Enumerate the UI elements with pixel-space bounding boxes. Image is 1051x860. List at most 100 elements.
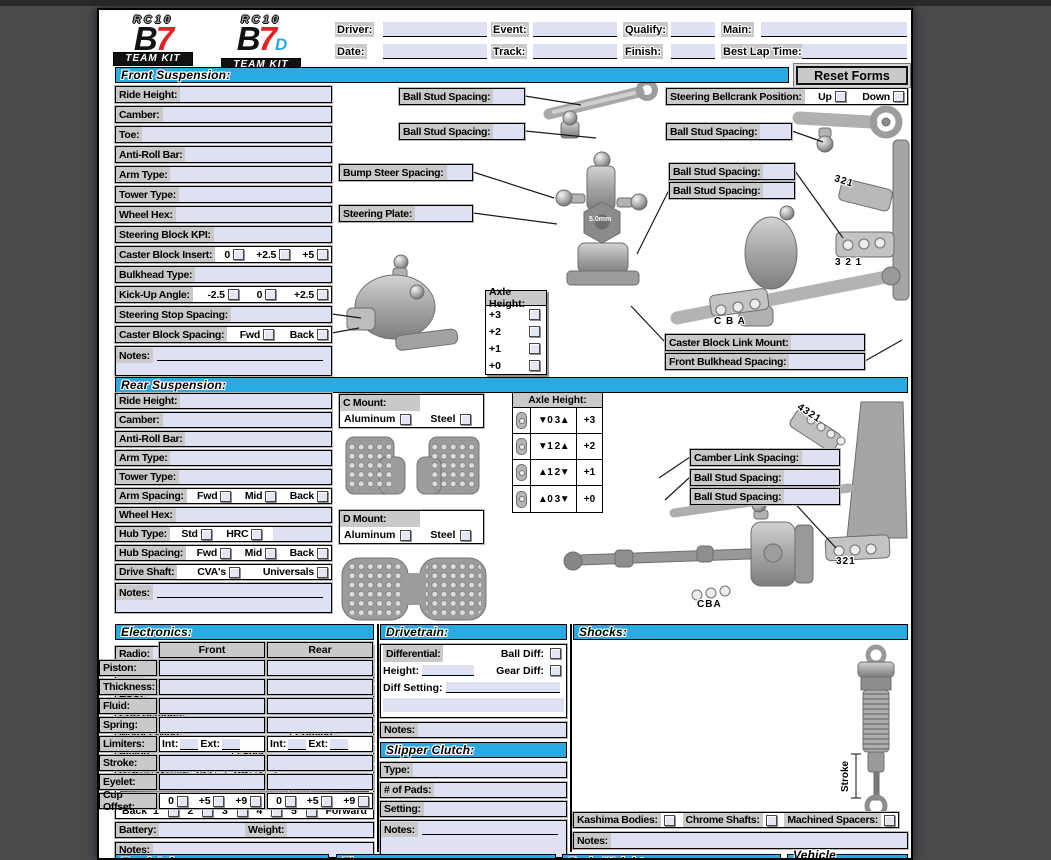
front-kpi-input[interactable] — [214, 227, 331, 242]
cup-front-0-checkbox[interactable] — [177, 796, 188, 807]
cup-rear-0-checkbox[interactable] — [285, 796, 296, 807]
arm-spacing-fwd-checkbox[interactable] — [220, 491, 231, 502]
limiters-front-int-input[interactable] — [180, 739, 198, 750]
rear-anti-roll-input[interactable] — [185, 432, 331, 446]
rear-axle-r4-value[interactable]: +0 — [577, 486, 602, 512]
piston-rear-input[interactable] — [267, 660, 373, 676]
qualify-input[interactable] — [671, 22, 715, 37]
driver-input[interactable] — [383, 22, 487, 37]
spring-rear-input[interactable] — [267, 717, 373, 733]
rear-axle-r1-value[interactable]: +3 — [577, 408, 602, 433]
rear-axle-r3-value[interactable]: +1 — [577, 460, 602, 485]
caster-spacing-back-checkbox[interactable] — [317, 329, 328, 340]
front-notes-input[interactable] — [157, 349, 323, 361]
thickness-rear-input[interactable] — [267, 679, 373, 695]
front-wheel-hex-input[interactable] — [176, 207, 331, 222]
arm-spacing-back-checkbox[interactable] — [317, 491, 328, 502]
best-lap-input[interactable] — [802, 44, 907, 59]
slipper-setting-input[interactable] — [424, 802, 566, 816]
limiters-rear-ext-input[interactable] — [330, 739, 348, 750]
spring-front-input[interactable] — [159, 717, 265, 733]
ball-diff-checkbox[interactable] — [550, 648, 561, 659]
front-toe-input[interactable] — [142, 127, 331, 142]
fluid-front-input[interactable] — [159, 698, 265, 714]
caster-link-mount-input[interactable] — [791, 335, 864, 350]
event-input[interactable] — [533, 22, 617, 37]
gear-diff-checkbox[interactable] — [550, 665, 561, 676]
front-axle-p1-checkbox[interactable] — [529, 343, 540, 354]
battery-input[interactable] — [159, 823, 245, 837]
hub-type-input[interactable] — [273, 527, 331, 541]
shocks-notes-input[interactable] — [611, 833, 907, 848]
hub-type-std-checkbox[interactable] — [201, 529, 212, 540]
kashima-bodies-checkbox[interactable] — [664, 815, 675, 826]
bellcrank-up-checkbox[interactable] — [835, 91, 846, 102]
stroke-front-input[interactable] — [159, 755, 265, 771]
front-ball-stud-3-input[interactable] — [760, 124, 791, 139]
rear-wheel-hex-input[interactable] — [176, 508, 331, 522]
front-ball-stud-2-input[interactable] — [493, 124, 524, 139]
rear-ride-height-input[interactable] — [180, 394, 331, 408]
steering-plate-input[interactable] — [415, 206, 472, 221]
caster-insert-0-checkbox[interactable] — [233, 249, 244, 260]
stroke-rear-input[interactable] — [267, 755, 373, 771]
front-anti-roll-input[interactable] — [185, 147, 331, 162]
slipper-notes-input[interactable] — [422, 823, 558, 835]
arm-spacing-mid-checkbox[interactable] — [265, 491, 276, 502]
limiters-rear-int-input[interactable] — [288, 739, 306, 750]
front-axle-p2-checkbox[interactable] — [529, 326, 540, 337]
chrome-shafts-checkbox[interactable] — [766, 815, 777, 826]
caster-spacing-fwd-checkbox[interactable] — [263, 329, 274, 340]
front-arm-type-input[interactable] — [170, 167, 331, 182]
fluid-rear-input[interactable] — [267, 698, 373, 714]
thickness-front-input[interactable] — [159, 679, 265, 695]
rear-axle-r2-value[interactable]: +2 — [577, 434, 602, 459]
front-camber-input[interactable] — [163, 107, 332, 122]
bump-steer-input[interactable] — [447, 165, 473, 180]
rear-arm-type-input[interactable] — [170, 451, 331, 465]
rear-notes-input[interactable] — [157, 586, 323, 598]
front-ride-height-input[interactable] — [180, 87, 331, 102]
rear-ball-stud-1-input[interactable] — [784, 470, 839, 485]
front-axle-p3-checkbox[interactable] — [529, 309, 540, 320]
front-bulkhead-spacing-input[interactable] — [789, 354, 864, 369]
slipper-pads-input[interactable] — [434, 783, 566, 797]
drivetrain-notes-input[interactable] — [418, 723, 566, 737]
cup-rear-9-checkbox[interactable] — [358, 796, 369, 807]
diff-setting-input[interactable] — [446, 682, 561, 693]
reset-forms-button[interactable]: Reset Forms — [796, 66, 908, 85]
d-mount-steel-checkbox[interactable] — [460, 530, 471, 541]
cup-front-5-checkbox[interactable] — [213, 796, 224, 807]
diff-height-input[interactable] — [422, 665, 474, 676]
steering-stop-input[interactable] — [231, 307, 331, 322]
d-mount-aluminum-checkbox[interactable] — [400, 530, 411, 541]
front-tower-type-input[interactable] — [179, 187, 331, 202]
date-input[interactable] — [383, 44, 487, 59]
drive-shaft-universal-checkbox[interactable] — [317, 567, 328, 578]
cup-front-9-checkbox[interactable] — [250, 796, 261, 807]
rear-ball-stud-2-input[interactable] — [784, 489, 839, 504]
hub-spacing-back-checkbox[interactable] — [317, 548, 328, 559]
track-input[interactable] — [533, 44, 617, 59]
cup-rear-5-checkbox[interactable] — [321, 796, 332, 807]
drive-shaft-cva-checkbox[interactable] — [229, 567, 240, 578]
kickup-pos25-checkbox[interactable] — [317, 289, 328, 300]
weight-input[interactable] — [287, 823, 373, 837]
bellcrank-down-checkbox[interactable] — [893, 91, 904, 102]
front-axle-p0-checkbox[interactable] — [529, 360, 540, 371]
eyelet-front-input[interactable] — [159, 774, 265, 790]
hub-spacing-fwd-checkbox[interactable] — [220, 548, 231, 559]
camber-link-spacing-input[interactable] — [802, 450, 839, 465]
hub-spacing-mid-checkbox[interactable] — [265, 548, 276, 559]
front-ball-stud-1-input[interactable] — [493, 89, 524, 104]
rear-tower-type-input[interactable] — [179, 470, 331, 484]
front-ball-stud-4-input[interactable] — [763, 164, 794, 179]
piston-front-input[interactable] — [159, 660, 265, 676]
finish-input[interactable] — [671, 44, 715, 59]
slipper-type-input[interactable] — [413, 763, 566, 777]
c-mount-aluminum-checkbox[interactable] — [400, 414, 411, 425]
eyelet-rear-input[interactable] — [267, 774, 373, 790]
kickup-0-checkbox[interactable] — [265, 289, 276, 300]
main-input[interactable] — [761, 22, 907, 37]
caster-insert-5-checkbox[interactable] — [317, 249, 328, 260]
